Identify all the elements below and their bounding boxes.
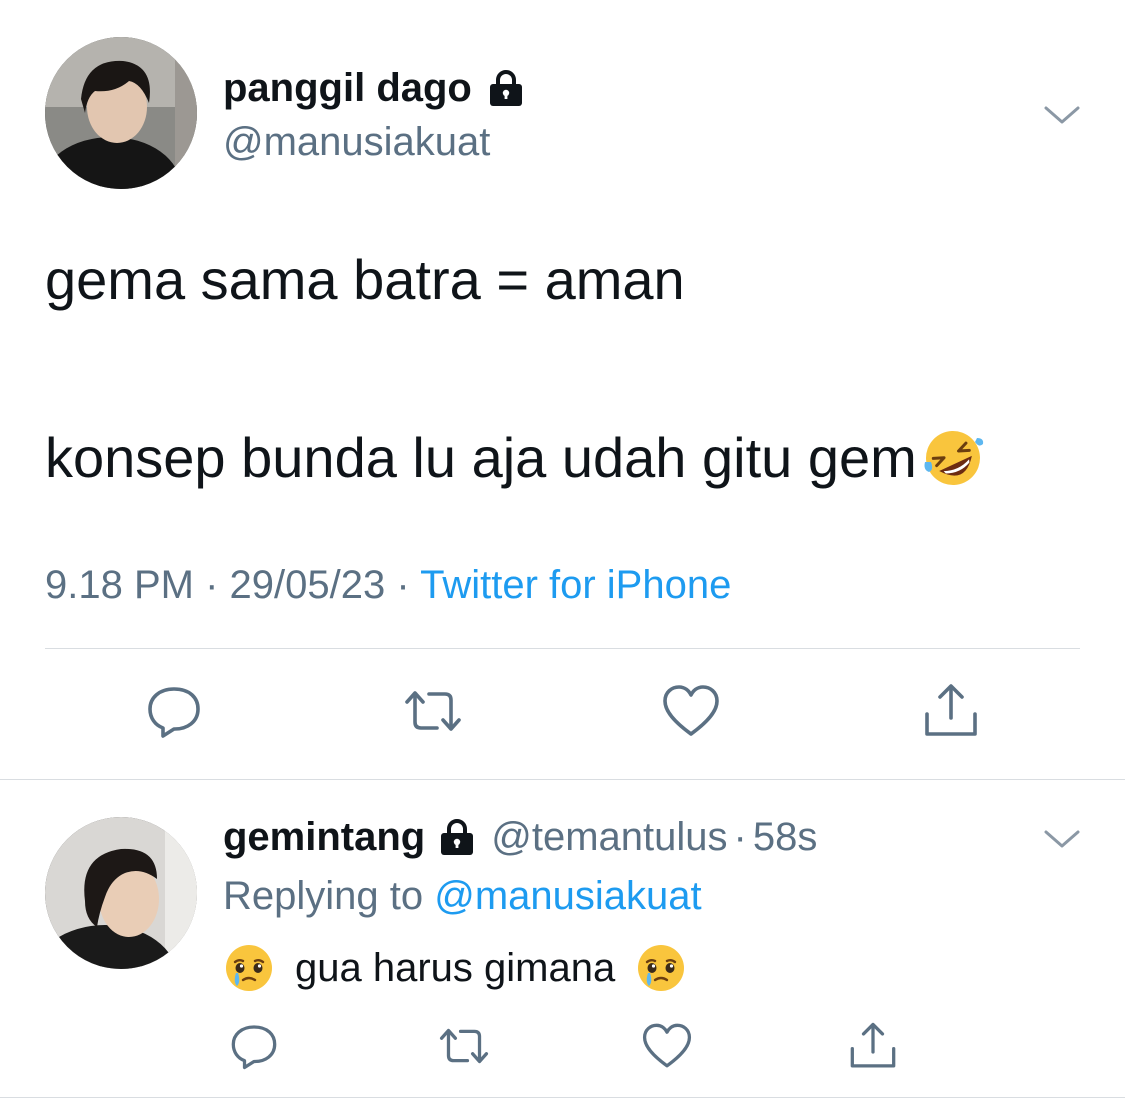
retweet-button[interactable] bbox=[436, 1021, 492, 1071]
lock-icon bbox=[437, 817, 477, 857]
header-separator: · bbox=[733, 815, 747, 859]
heart-icon bbox=[642, 1023, 692, 1068]
share-button[interactable] bbox=[847, 1021, 899, 1071]
share-icon bbox=[925, 684, 977, 736]
replying-to: Replying to @manusiakuat bbox=[223, 872, 702, 920]
share-icon bbox=[850, 1022, 896, 1068]
divider bbox=[0, 779, 1125, 780]
reply-text-row: gua harus gimana bbox=[223, 942, 687, 994]
tweet-text-line-2-row: konsep bunda lu aja udah gitu gem bbox=[45, 426, 985, 490]
avatar-photo bbox=[45, 817, 197, 969]
reply-icon bbox=[231, 1025, 277, 1070]
replying-to-mention[interactable]: @manusiakuat bbox=[434, 874, 701, 918]
meta-separator: · bbox=[396, 563, 410, 607]
lock-icon bbox=[486, 68, 526, 108]
meta-separator: · bbox=[205, 563, 219, 607]
author-handle[interactable]: @manusiakuat bbox=[223, 118, 490, 166]
divider bbox=[0, 1097, 1125, 1098]
reply-author-display-name[interactable]: gemintang bbox=[223, 813, 425, 861]
divider bbox=[45, 648, 1080, 649]
author-name-row[interactable]: panggil dago bbox=[223, 64, 526, 112]
tweet-date: 29/05/23 bbox=[229, 563, 386, 607]
reply-button[interactable] bbox=[145, 682, 203, 740]
author-display-name[interactable]: panggil dago bbox=[223, 64, 472, 112]
reply-button[interactable] bbox=[229, 1021, 279, 1071]
face-holding-back-tears-emoji bbox=[223, 942, 275, 994]
rolling-on-floor-laughing-emoji bbox=[921, 426, 985, 490]
like-button[interactable] bbox=[661, 682, 721, 740]
tweet-time: 9.18 PM bbox=[45, 563, 194, 607]
reply-author-handle[interactable]: @temantulus bbox=[491, 813, 727, 861]
tweet-text-line-1: gema sama batra = aman bbox=[45, 248, 685, 311]
retweet-button[interactable] bbox=[401, 682, 465, 740]
retweet-icon bbox=[405, 691, 461, 731]
chevron-down-icon[interactable] bbox=[1042, 94, 1082, 134]
tweet-meta: 9.18 PM · 29/05/23 · Twitter for iPhone bbox=[45, 561, 731, 609]
reply-text: gua harus gimana bbox=[295, 946, 616, 990]
reply-author-avatar[interactable] bbox=[45, 817, 197, 969]
author-avatar[interactable] bbox=[45, 37, 197, 189]
chevron-down-icon[interactable] bbox=[1042, 818, 1082, 858]
avatar-photo bbox=[45, 37, 197, 189]
like-button[interactable] bbox=[641, 1021, 693, 1071]
share-button[interactable] bbox=[921, 682, 981, 740]
tweet-source-link[interactable]: Twitter for iPhone bbox=[420, 563, 731, 607]
face-holding-back-tears-emoji bbox=[635, 942, 687, 994]
retweet-icon bbox=[439, 1028, 489, 1064]
reply-header: gemintang @temantulus · 58s bbox=[223, 813, 817, 861]
heart-icon bbox=[663, 685, 719, 736]
replying-prefix: Replying to bbox=[223, 874, 424, 918]
reply-icon bbox=[148, 687, 200, 738]
reply-age[interactable]: 58s bbox=[753, 813, 818, 861]
tweet-text-line-2: konsep bunda lu aja udah gitu gem bbox=[45, 426, 917, 489]
